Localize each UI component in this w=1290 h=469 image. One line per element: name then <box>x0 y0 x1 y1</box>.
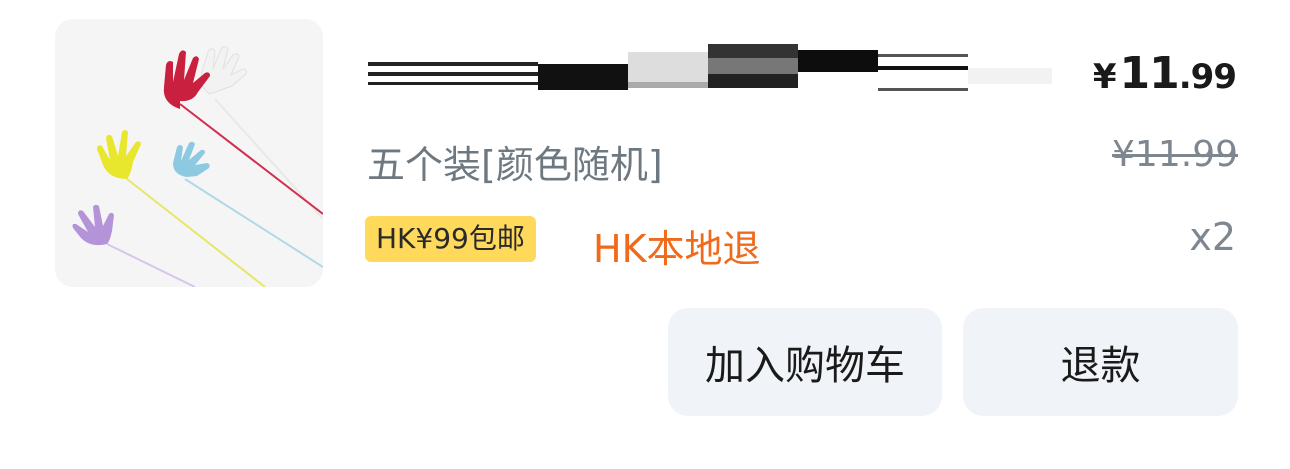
free-shipping-badge: HK¥99包邮 <box>365 216 536 262</box>
original-price: ¥11.99 <box>1112 134 1238 175</box>
refund-button[interactable]: 退款 <box>963 308 1238 416</box>
sticky-hand-toy-icon <box>55 19 323 287</box>
product-variant: 五个装[颜色随机] <box>367 143 663 187</box>
return-policy-label: HK本地退 <box>593 227 761 271</box>
add-to-cart-button[interactable]: 加入购物车 <box>668 308 942 416</box>
product-thumbnail[interactable] <box>55 19 323 287</box>
quantity-label: x2 <box>1189 215 1236 259</box>
current-price: ¥11.99 <box>1092 48 1237 99</box>
product-title[interactable] <box>368 44 1052 92</box>
